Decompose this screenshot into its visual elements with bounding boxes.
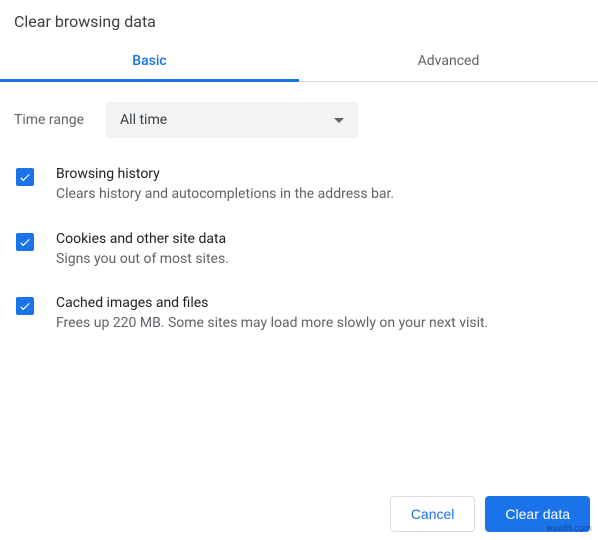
dialog-title: Clear browsing data: [0, 0, 598, 39]
option-text: Cookies and other site data Signs you ou…: [56, 231, 584, 270]
checkbox-cache[interactable]: [16, 297, 34, 315]
option-desc: Signs you out of most sites.: [56, 250, 584, 270]
option-browsing-history: Browsing history Clears history and auto…: [14, 166, 584, 205]
dialog-footer: Cancel Clear data: [390, 496, 590, 532]
dialog-body: Time range All time Browsing history Cle…: [0, 82, 598, 334]
time-range-row: Time range All time: [14, 102, 584, 138]
checkbox-cookies[interactable]: [16, 233, 34, 251]
tabs: Basic Advanced: [0, 39, 598, 82]
check-icon: [18, 299, 32, 313]
option-cookies: Cookies and other site data Signs you ou…: [14, 231, 584, 270]
clear-data-button[interactable]: Clear data: [485, 496, 590, 532]
tab-basic[interactable]: Basic: [0, 39, 299, 81]
time-range-label: Time range: [14, 112, 84, 128]
option-text: Browsing history Clears history and auto…: [56, 166, 584, 205]
option-title: Cookies and other site data: [56, 231, 584, 247]
time-range-select[interactable]: All time: [106, 102, 358, 138]
option-desc: Frees up 220 MB. Some sites may load mor…: [56, 314, 584, 334]
option-title: Cached images and files: [56, 295, 584, 311]
check-icon: [18, 170, 32, 184]
option-desc: Clears history and autocompletions in th…: [56, 185, 584, 205]
time-range-value: All time: [120, 112, 167, 128]
tab-advanced[interactable]: Advanced: [299, 39, 598, 81]
cancel-button[interactable]: Cancel: [390, 496, 476, 532]
checkbox-browsing-history[interactable]: [16, 168, 34, 186]
option-title: Browsing history: [56, 166, 584, 182]
option-cache: Cached images and files Frees up 220 MB.…: [14, 295, 584, 334]
check-icon: [18, 235, 32, 249]
option-text: Cached images and files Frees up 220 MB.…: [56, 295, 584, 334]
chevron-down-icon: [334, 118, 344, 123]
